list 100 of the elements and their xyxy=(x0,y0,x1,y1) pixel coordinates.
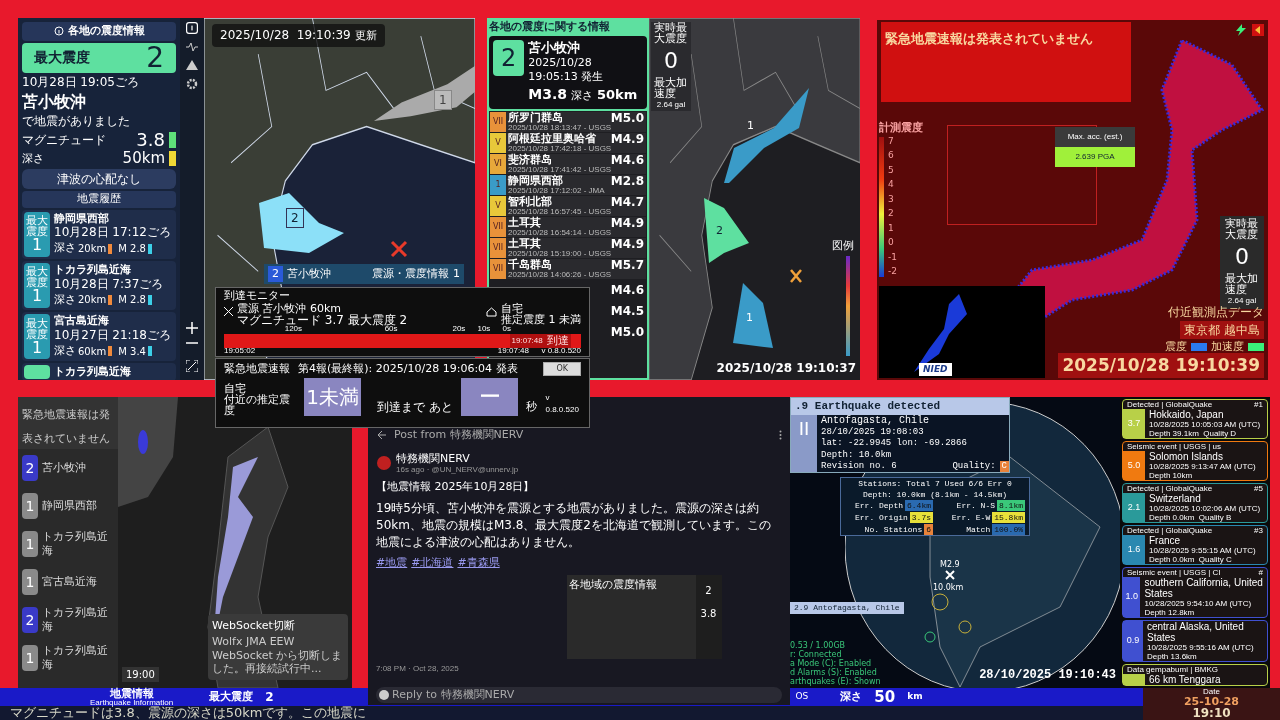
avatar-icon xyxy=(376,455,392,472)
event-card[interactable]: Data gempabumi | BMKG 66 km Tenggara xyxy=(1122,664,1268,686)
back-arrow-icon[interactable] xyxy=(376,430,386,441)
waveform-icon[interactable] xyxy=(186,42,198,52)
event-detail: Depth 10km xyxy=(1149,471,1194,480)
scale-tick: 2 xyxy=(888,209,895,219)
event-detail: Depth 13.6km xyxy=(1146,652,1198,661)
event-coords: lat: -22.9945 lon: -69.2866 xyxy=(821,438,968,450)
tsunami-button[interactable]: 津波の心配なし xyxy=(22,169,176,189)
quake-magnitude: M5.0 xyxy=(610,111,645,124)
acceleration-value: 2.64 gal xyxy=(1227,295,1257,306)
end-time: 19:07:48 xyxy=(497,347,529,355)
event-source: Detected | GlobalQuake xyxy=(1127,400,1213,409)
history-date: 10月28日 7:37ごろ xyxy=(54,276,164,292)
mini-intensity: 2 xyxy=(268,265,283,283)
error-value: 3.7s xyxy=(909,512,933,523)
hashtag-link[interactable]: #青森県 xyxy=(457,554,500,572)
scale-title: 計測震度 xyxy=(879,120,923,136)
quake-place: トカラ列島近海 xyxy=(42,606,109,634)
panel-title: 各地の震度に関する情報 xyxy=(489,20,611,34)
intensity-map-label: 1 xyxy=(746,310,753,326)
intensity-value: II xyxy=(791,414,817,472)
quake-magnitude: M5.7 xyxy=(610,258,645,271)
quake-time: 2025/10/28 15:19:00 - USGS xyxy=(508,249,613,258)
intensity-badge: VII xyxy=(490,111,506,132)
ok-button[interactable]: OK xyxy=(543,362,581,377)
quake-list-item[interactable]: 2 苫小牧沖 xyxy=(18,449,118,487)
intensity-badge: 2 xyxy=(22,607,38,633)
history-card[interactable]: トカラ列島近海 xyxy=(22,363,176,380)
scale-tick: 5 xyxy=(888,165,895,175)
quake-list-item[interactable]: 1 宮古島近海 xyxy=(18,563,118,601)
seconds-unit: 秒 xyxy=(526,399,538,415)
window-title: 緊急地震速報 xyxy=(224,361,290,377)
quake-list-item[interactable]: VII 土耳其 M4.9 2025/10/28 15:19:00 - USGS xyxy=(490,237,646,258)
hashtag-link[interactable]: #北海道 xyxy=(411,554,454,572)
lightning-icon[interactable] xyxy=(1234,24,1248,36)
max-intensity-label: 最大震度 xyxy=(209,688,254,705)
depth-unit: km xyxy=(907,690,923,704)
event-header: .9 Earthquake detected xyxy=(791,398,1009,415)
quake-list-item[interactable]: VI 斐济群岛 M4.6 2025/10/28 17:41:42 - USGS xyxy=(490,153,646,174)
error-label: Match xyxy=(966,524,991,535)
event-card[interactable]: Seismic event | USGS | CI # 1.0 southern California, United States 10/28/2025 9:54:10 AM (UTC) Depth 12.8km xyxy=(1122,567,1268,618)
quality-value: C xyxy=(999,460,1009,472)
event-card[interactable]: 0.9 central Alaska, United States 10/28/2025 9:55:16 AM (UTC) Depth 13.6km xyxy=(1122,620,1268,662)
update-time: 2025/10/28 19:10:39 xyxy=(220,27,351,44)
depth-label: 深さ xyxy=(22,150,45,167)
intensity-map-label: 1 xyxy=(434,90,452,110)
badge-label: 最大震度 xyxy=(26,317,48,340)
date-label: Date xyxy=(1203,688,1220,696)
intensity-badge: 2 xyxy=(22,455,38,481)
event-card[interactable]: Detected | GlobalQuake #3 1.6 France 10/28/2025 9:55:15 AM (UTC) Depth 0.0km Quality C xyxy=(1122,525,1268,565)
depth-range: Depth: 10.0km (8.1km - 14.5km) xyxy=(863,489,1007,500)
magnitude-bar xyxy=(148,346,152,356)
status-text: 緊急地震速報は発表されていません xyxy=(22,408,110,445)
quake-date: 10月28日 19:05ごろ xyxy=(22,74,140,90)
hashtag-link[interactable]: #地震 xyxy=(376,554,408,572)
status-line: arthquakes (E): Shown xyxy=(790,677,881,686)
update-label: 更新 xyxy=(354,28,377,44)
quake-list-item[interactable]: 1 静岡県西部 xyxy=(18,487,118,525)
quake-list-item[interactable]: 1 静岡県西部 M2.8 2025/10/28 17:12:02 - JMA xyxy=(490,174,646,195)
event-card[interactable]: Detected | GlobalQuake #1 3.7 Hokkaido, Japan 10/28/2025 10:05:03 AM (UTC) Depth 39.1km Quality D xyxy=(1122,399,1268,439)
event-card[interactable]: Seismic event | USGS | us 5.0 Solomon Islands 10/28/2025 9:13:47 AM (UTC) Depth 10km xyxy=(1122,441,1268,481)
triangle-icon[interactable] xyxy=(186,60,198,70)
info-icon[interactable] xyxy=(186,22,198,34)
history-depth: 20km xyxy=(78,242,107,256)
tooltip-label: Max. acc. (est.) xyxy=(1067,131,1123,143)
error-value: 100.0% xyxy=(992,524,1025,535)
error-value: 8.1km xyxy=(997,500,1025,511)
event-place: central Alaska, United States xyxy=(1146,621,1245,643)
timeline-tick: 0s xyxy=(502,324,511,333)
scale-tick: -1 xyxy=(888,252,897,262)
event-card[interactable]: Detected | GlobalQuake #5 2.1 Switzerland 10/28/2025 10:02:06 AM (UTC) Depth 0.0km Quality B xyxy=(1122,483,1268,523)
quake-list-item[interactable]: VII 千岛群岛 M5.7 2025/10/28 14:06:26 - USGS xyxy=(490,258,646,279)
more-icon[interactable] xyxy=(779,430,782,441)
history-place: トカラ列島近海 xyxy=(54,365,131,379)
quake-time: 2025/10/28 17:42:18 - USGS xyxy=(508,144,613,153)
station-name: 東京都 越中島 xyxy=(1180,321,1264,339)
fullscreen-icon[interactable] xyxy=(186,360,198,372)
quality-label: Quality: xyxy=(952,460,996,472)
quake-time: 2025/10/28 16:54:14 - USGS xyxy=(508,228,613,237)
reply-field[interactable]: Reply to 特務機関NERV xyxy=(376,687,782,703)
quake-magnitude: M4.6 xyxy=(610,283,645,296)
quake-list-item[interactable]: V 阿根廷拉里奥哈省 M4.9 2025/10/28 17:42:18 - USGS xyxy=(490,132,646,153)
quake-list-item[interactable]: VII 土耳其 M4.9 2025/10/28 16:54:14 - USGS xyxy=(490,216,646,237)
settings-icon[interactable] xyxy=(186,78,198,90)
badge-label: 最大震度 xyxy=(26,215,48,238)
status-line: d Alarms (S): Enabled xyxy=(790,668,878,677)
home-estimate: 推定震度 1 未満 xyxy=(501,313,581,325)
scale-tick: 0 xyxy=(888,238,895,248)
quake-list-item[interactable]: VII 所罗门群岛 M5.0 2025/10/28 18:13:47 - USGS xyxy=(490,111,646,132)
stations-text: Stations: Total 7 Used 6/6 Err 0 xyxy=(858,478,1012,489)
zoom-in-icon[interactable] xyxy=(186,322,198,334)
intensity-badge: VI xyxy=(490,153,506,174)
depth-bar xyxy=(108,346,113,356)
quake-list-item[interactable]: V 智利北部 M4.7 2025/10/28 16:57:45 - USGS xyxy=(490,195,646,216)
quake-magnitude: M4.6 xyxy=(610,153,645,166)
history-date: 10月27日 21:18ごろ xyxy=(54,327,171,343)
toast-title: WebSocket切断 xyxy=(212,618,296,635)
report-info: 第4報(最終報): 2025/10/28 19:06:04 発表 xyxy=(298,361,518,377)
status-line: r: Connected xyxy=(790,650,843,659)
